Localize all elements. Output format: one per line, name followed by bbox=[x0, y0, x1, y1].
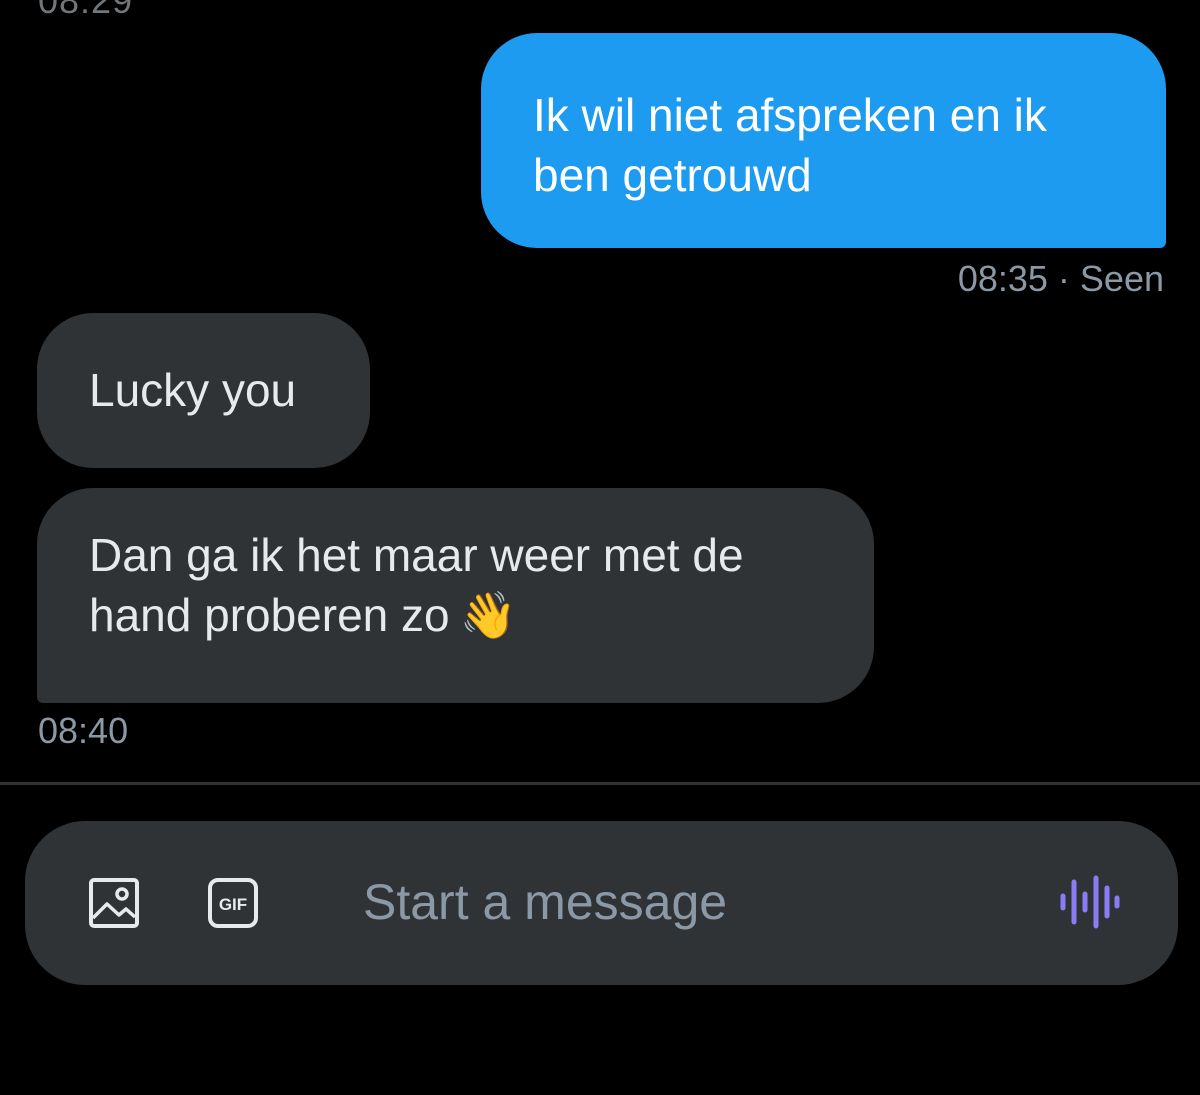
message-bubble-outgoing[interactable]: Ik wil niet afspreken en ik ben getrouwd bbox=[481, 33, 1166, 248]
message-timestamp: 08:40 bbox=[38, 710, 129, 751]
gif-label: GIF bbox=[219, 895, 247, 914]
message-text: hand proberen zo bbox=[89, 589, 450, 641]
message-composer: GIF Start a message bbox=[25, 821, 1178, 985]
message-text: Dan ga ik het maar weer met de bbox=[89, 529, 744, 581]
message-bubble-incoming[interactable]: Lucky you bbox=[37, 313, 370, 468]
message-input[interactable]: Start a message bbox=[363, 873, 727, 931]
message-text: Ik wil niet afspreken en ik bbox=[533, 89, 1047, 141]
message-status: 08:35 · Seen bbox=[957, 258, 1164, 299]
message-bubble-incoming[interactable]: Dan ga ik het maar weer met de hand prob… bbox=[37, 488, 874, 703]
composer-divider bbox=[0, 782, 1200, 785]
message-text: Lucky you bbox=[89, 364, 297, 416]
gif-icon[interactable]: GIF bbox=[207, 877, 259, 929]
waving-hand-emoji: 👋 bbox=[459, 588, 517, 642]
voice-message-icon[interactable] bbox=[1058, 874, 1120, 930]
previous-timestamp: 08:29 bbox=[38, 0, 134, 21]
message-text: ben getrouwd bbox=[533, 149, 812, 201]
image-icon[interactable] bbox=[88, 877, 140, 929]
